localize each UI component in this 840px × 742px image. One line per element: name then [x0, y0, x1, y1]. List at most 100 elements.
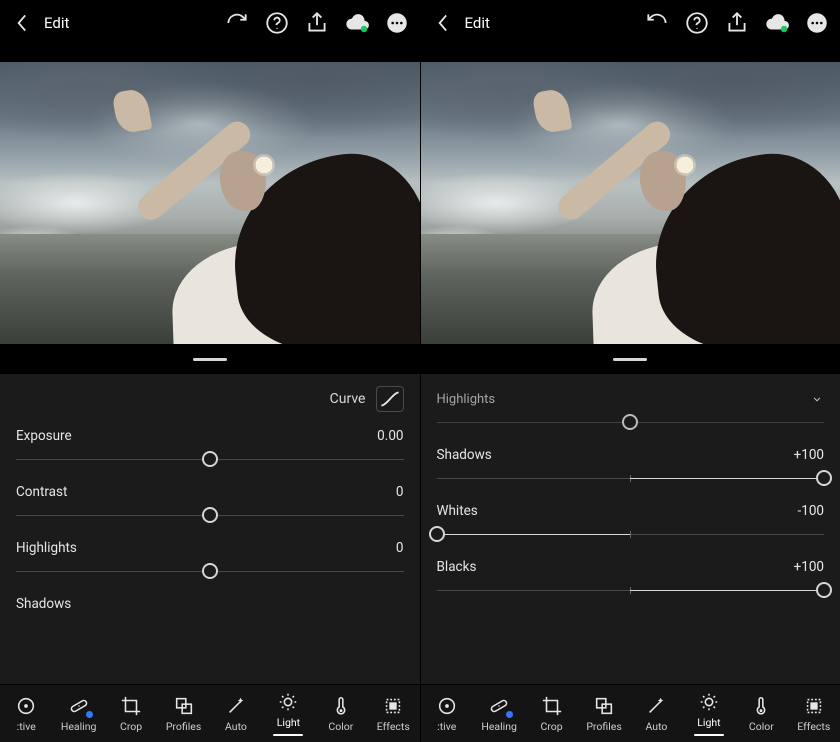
slider-value: -100 [798, 503, 825, 519]
tool-selective[interactable]: :tive [423, 695, 471, 733]
tool-effects[interactable]: Effects [369, 695, 417, 733]
slider-thumb[interactable] [622, 414, 638, 430]
slider-track[interactable] [437, 583, 825, 597]
thermo-icon [750, 695, 772, 717]
slider-thumb[interactable] [202, 451, 218, 467]
tool-label: Auto [646, 720, 668, 733]
cloud-sync-icon[interactable] [764, 10, 790, 36]
tool-label: Healing [481, 720, 517, 733]
thermo-icon [330, 695, 352, 717]
top-bar: Edit [421, 0, 840, 46]
edit-panel: Curve Exposure 0.00 Contrast 0 Highlight… [0, 374, 420, 742]
cloud-sync-icon[interactable] [344, 10, 370, 36]
edit-dropdown[interactable]: Edit [44, 14, 73, 32]
panel-drag-handle[interactable] [421, 344, 840, 374]
tool-label: Effects [377, 720, 410, 733]
bottom-toolbar: :tive Healing Crop Profiles Auto Li [421, 684, 840, 742]
tool-auto[interactable]: Auto [632, 695, 680, 733]
wand-icon [645, 695, 667, 717]
crop-icon [541, 695, 563, 717]
panel-drag-handle[interactable] [0, 344, 420, 374]
slider-label: Contrast [16, 484, 67, 500]
tool-auto[interactable]: Auto [212, 695, 260, 733]
top-bar: Edit [0, 0, 420, 46]
curve-icon [376, 386, 404, 412]
profiles-icon [173, 695, 195, 717]
tool-healing[interactable]: Healing [475, 695, 523, 733]
bottom-toolbar: :tive Healing Crop Profiles Auto Li [0, 684, 420, 742]
light-icon [698, 691, 720, 713]
help-icon[interactable] [264, 10, 290, 36]
back-icon[interactable] [431, 10, 457, 36]
tool-profiles[interactable]: Profiles [580, 695, 628, 733]
slider-track[interactable] [16, 564, 404, 578]
tool-light[interactable]: Light [264, 691, 312, 736]
back-icon[interactable] [10, 10, 36, 36]
tool-color[interactable]: Color [317, 695, 365, 733]
tool-label: Color [328, 720, 353, 733]
edit-dropdown[interactable]: Edit [465, 14, 494, 32]
redo-icon[interactable] [224, 10, 250, 36]
tool-effects[interactable]: Effects [790, 695, 838, 733]
tool-label: Light [697, 716, 720, 729]
app-pane-1: Edit Highlights [420, 0, 840, 742]
tool-label: Crop [120, 720, 142, 733]
slider-blacks: Blacks +100 [437, 551, 825, 607]
tool-label: :tive [437, 720, 456, 733]
more-icon[interactable] [384, 10, 410, 36]
edit-label-text: Edit [465, 14, 490, 32]
more-icon[interactable] [804, 10, 830, 36]
slider-label: Shadows [16, 596, 71, 612]
slider-track[interactable] [437, 527, 825, 541]
tool-label: Effects [797, 720, 830, 733]
photo-preview[interactable] [421, 46, 840, 344]
tool-healing[interactable]: Healing [55, 695, 103, 733]
slider-contrast: Contrast 0 [16, 476, 404, 532]
chevron-down-icon[interactable] [810, 392, 824, 406]
slider-value: 0.00 [377, 428, 403, 444]
tool-label: Profiles [166, 720, 201, 733]
curve-label: Curve [330, 391, 366, 407]
tool-label: :tive [17, 720, 36, 733]
slider-highlights-partial: Highlights [437, 384, 825, 439]
edit-panel: Highlights Shadows +100 Whites -100 [421, 374, 840, 742]
slider-whites: Whites -100 [437, 495, 825, 551]
slider-value: +100 [794, 559, 824, 575]
tool-crop[interactable]: Crop [107, 695, 155, 733]
slider-track[interactable] [437, 415, 825, 429]
curve-button[interactable]: Curve [330, 386, 404, 412]
tool-label: Crop [541, 720, 563, 733]
tool-profiles[interactable]: Profiles [160, 695, 208, 733]
help-icon[interactable] [684, 10, 710, 36]
slider-thumb[interactable] [202, 507, 218, 523]
target-icon [436, 695, 458, 717]
tool-color[interactable]: Color [737, 695, 785, 733]
slider-thumb[interactable] [429, 526, 445, 542]
slider-track[interactable] [16, 508, 404, 522]
slider-value: 0 [396, 484, 404, 500]
slider-thumb[interactable] [816, 582, 832, 598]
photo-preview[interactable] [0, 46, 420, 344]
slider-thumb[interactable] [816, 470, 832, 486]
target-icon [15, 695, 37, 717]
bandage-icon [68, 695, 90, 717]
tool-light[interactable]: Light [685, 691, 733, 736]
tool-crop[interactable]: Crop [528, 695, 576, 733]
slider-label: Whites [437, 503, 478, 519]
slider-label: Shadows [437, 447, 492, 463]
slider-track[interactable] [437, 471, 825, 485]
share-icon[interactable] [304, 10, 330, 36]
tool-label: Light [277, 716, 300, 729]
slider-thumb[interactable] [202, 563, 218, 579]
share-icon[interactable] [724, 10, 750, 36]
crop-icon [120, 695, 142, 717]
tool-label: Auto [225, 720, 247, 733]
tool-label: Healing [61, 720, 97, 733]
slider-label: Exposure [16, 428, 72, 444]
undo-icon[interactable] [644, 10, 670, 36]
slider-label: Highlights [16, 540, 77, 556]
slider-value: 0 [396, 540, 404, 556]
profiles-icon [593, 695, 615, 717]
slider-track[interactable] [16, 452, 404, 466]
tool-selective[interactable]: :tive [2, 695, 50, 733]
